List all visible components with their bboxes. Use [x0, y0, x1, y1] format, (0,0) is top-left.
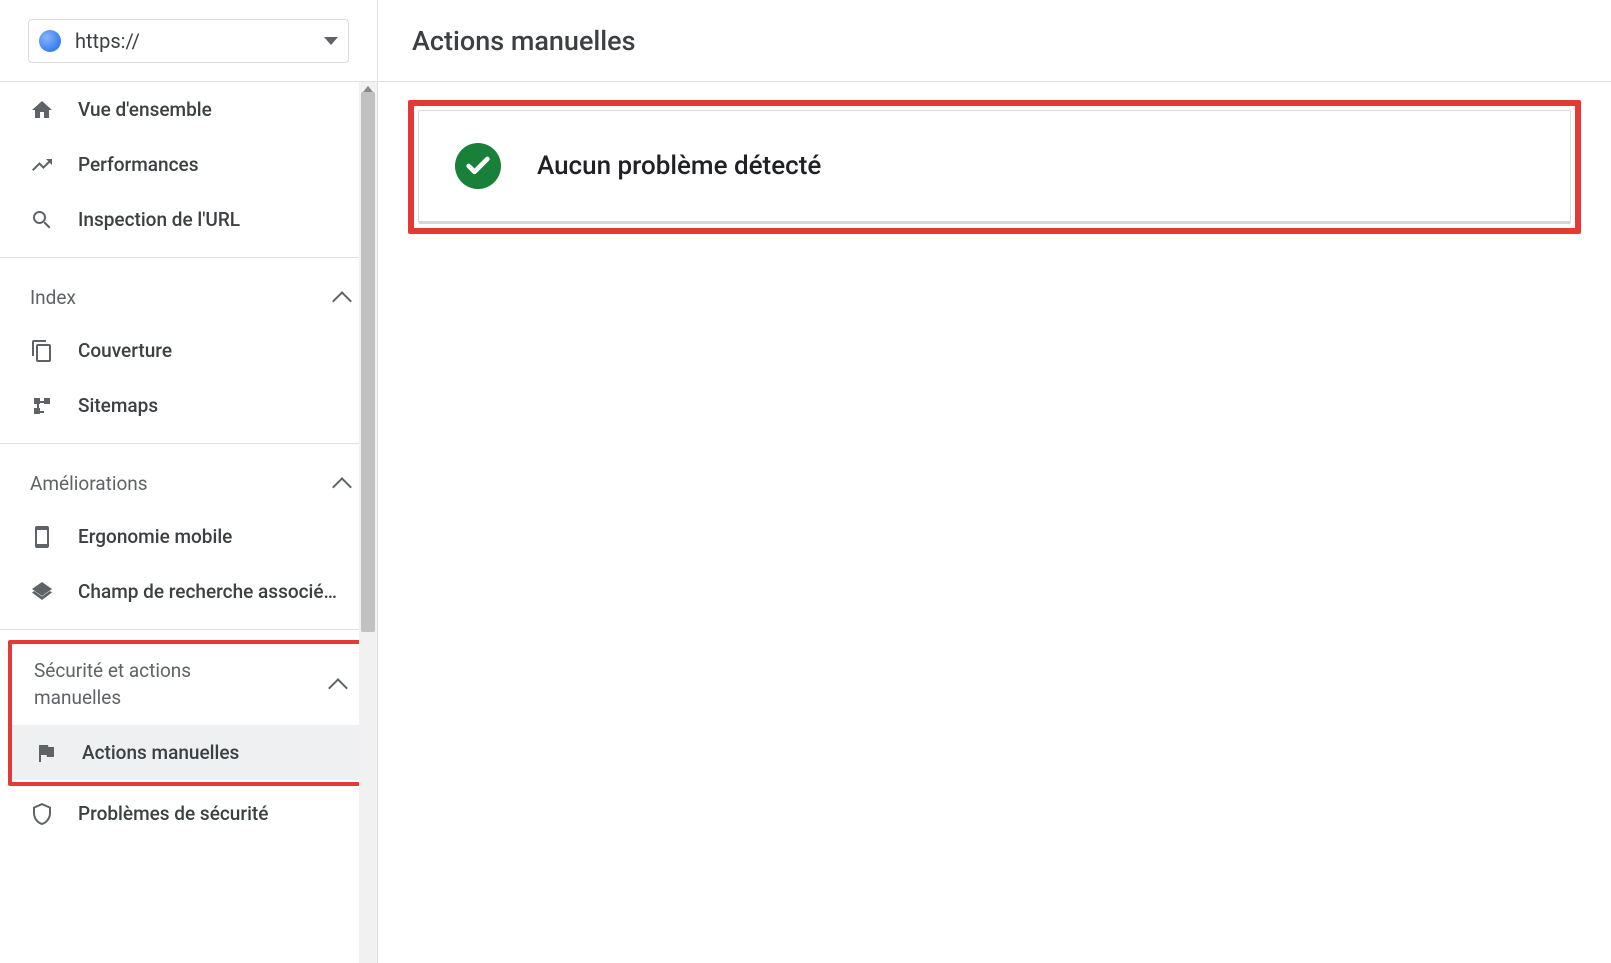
- sidebar-item-label: Inspection de l'URL: [78, 208, 240, 231]
- main-body: Aucun problème détecté: [378, 82, 1611, 252]
- section-title: Améliorations: [30, 472, 148, 495]
- sidebar-item-url-inspection[interactable]: Inspection de l'URL: [0, 192, 377, 247]
- property-selector[interactable]: https://: [0, 0, 377, 82]
- sidebar-item-label: Couverture: [78, 339, 172, 362]
- section-title: Sécurité et actions manuelles: [34, 658, 234, 711]
- sidebar-item-performance[interactable]: Performances: [0, 137, 377, 192]
- chevron-up-icon: [335, 292, 347, 304]
- main-content: Actions manuelles Aucun problème détecté: [378, 0, 1611, 963]
- shield-icon: [30, 802, 54, 826]
- flag-icon: [34, 741, 58, 765]
- scrollbar[interactable]: [359, 82, 377, 963]
- search-icon: [30, 208, 54, 232]
- sidebar-item-label: Champ de recherche associé…: [78, 580, 337, 603]
- section-header-index[interactable]: Index: [0, 268, 377, 323]
- sidebar-item-overview[interactable]: Vue d'ensemble: [0, 82, 377, 137]
- check-circle-icon: [455, 143, 501, 189]
- phone-icon: [30, 525, 54, 549]
- sidebar-item-coverage[interactable]: Couverture: [0, 323, 377, 378]
- status-card: Aucun problème détecté: [418, 110, 1571, 224]
- trend-icon: [30, 153, 54, 177]
- highlight-security-section: Sécurité et actions manuelles Actions ma…: [8, 640, 369, 786]
- highlight-status-card: Aucun problème détecté: [408, 100, 1581, 234]
- caret-down-icon: [324, 37, 338, 45]
- section-header-enhancements[interactable]: Améliorations: [0, 454, 377, 509]
- sidebar-item-manual-actions[interactable]: Actions manuelles: [12, 725, 365, 780]
- globe-icon: [39, 30, 61, 52]
- scrollbar-thumb[interactable]: [361, 92, 375, 632]
- sidebar-item-label: Performances: [78, 153, 199, 176]
- chevron-up-icon: [335, 478, 347, 490]
- sitemap-icon: [30, 394, 54, 418]
- sidebar-item-label: Sitemaps: [78, 394, 158, 417]
- sidebar-item-label: Ergonomie mobile: [78, 525, 232, 548]
- section-header-security[interactable]: Sécurité et actions manuelles: [12, 644, 365, 725]
- divider: [0, 443, 377, 444]
- chevron-up-icon: [331, 679, 343, 691]
- page-title: Actions manuelles: [412, 25, 636, 57]
- divider: [0, 257, 377, 258]
- sidebar-item-sitemaps[interactable]: Sitemaps: [0, 378, 377, 433]
- section-title: Index: [30, 286, 76, 309]
- status-message: Aucun problème détecté: [537, 151, 821, 181]
- sidebar-item-mobile[interactable]: Ergonomie mobile: [0, 509, 377, 564]
- property-url: https://: [75, 29, 310, 53]
- sidebar-item-label: Actions manuelles: [82, 741, 239, 764]
- main-header: Actions manuelles: [378, 0, 1611, 82]
- sidebar-item-label: Problèmes de sécurité: [78, 802, 268, 825]
- sidebar: https:// Vue d'ensemble Performances Ins…: [0, 0, 378, 963]
- property-selector-field[interactable]: https://: [28, 19, 349, 63]
- sidebar-nav: Vue d'ensemble Performances Inspection d…: [0, 82, 377, 963]
- sidebar-item-searchbox[interactable]: Champ de recherche associé…: [0, 564, 377, 619]
- sidebar-item-label: Vue d'ensemble: [78, 98, 212, 121]
- layers-icon: [30, 580, 54, 604]
- copy-icon: [30, 339, 54, 363]
- sidebar-item-security-issues[interactable]: Problèmes de sécurité: [0, 786, 377, 841]
- home-icon: [30, 98, 54, 122]
- divider: [0, 629, 377, 630]
